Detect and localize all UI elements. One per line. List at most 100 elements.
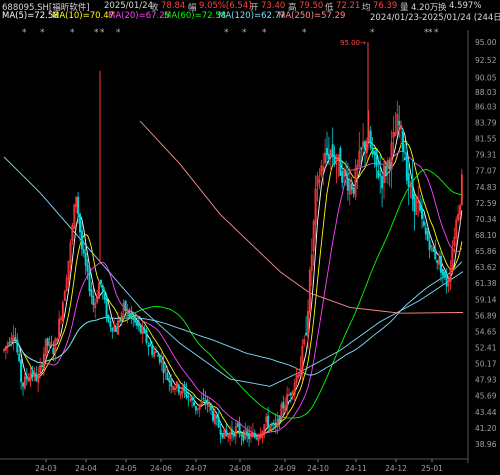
candle-body [420, 207, 423, 219]
ma250-label: MA(250)=57.29 [278, 11, 346, 21]
candle-body [369, 130, 372, 148]
date-axis: 24-03 24-04 24-05 24-06 24-07 24-08 24-09 24-10… [0, 458, 468, 473]
candle-body [289, 392, 292, 396]
price-tick-label: 63.62 [475, 263, 497, 272]
candle-body [124, 300, 127, 312]
candle-body [377, 170, 380, 178]
candle-body [325, 147, 328, 156]
moving-average-layer [3, 120, 464, 437]
candle-body [424, 227, 427, 235]
candle-body [360, 147, 363, 150]
candle-body [187, 395, 190, 398]
candle-body [215, 415, 218, 419]
candle-body [411, 178, 414, 200]
candle-body [130, 313, 133, 317]
candle-body [434, 248, 437, 260]
candle-body [274, 422, 277, 427]
candle-body [210, 404, 213, 411]
candle-body [18, 353, 21, 361]
candle-body [50, 344, 53, 346]
ma60-label: MA(60)=72.58 [164, 11, 227, 21]
kline-chart[interactable]: 95.00 92.52 90.05 88.03 86.03 83.79 81.55 79.31… [0, 0, 500, 475]
date-tick-label: 24-05 [115, 464, 137, 473]
candle-body [134, 316, 137, 323]
candle-body [267, 415, 270, 429]
candle-body [419, 202, 422, 211]
price-tick-label: 50.17 [475, 360, 497, 369]
candle-body [246, 431, 249, 435]
candle-body [398, 120, 401, 126]
candle-body [80, 230, 83, 250]
candle-body [344, 171, 347, 176]
candle-body [212, 410, 215, 421]
candle-body [405, 154, 408, 181]
ma-legend: MA(5)=72.58 MA(10)=70.47 MA(20)=67.25 MA… [0, 11, 500, 23]
date-tick-label: 24-06 [150, 464, 172, 473]
date-label: 2025/01/24 [104, 1, 153, 11]
price-tick-label: 61.38 [475, 279, 497, 288]
price-tick-label: 59.14 [475, 295, 497, 304]
candle-body [151, 346, 154, 355]
price-tick-label: 54.65 [475, 327, 497, 336]
candle-body [238, 424, 241, 435]
price-tick-label: 81.55 [475, 135, 497, 144]
turnover-value: 4.597% [449, 1, 482, 11]
close-value: 78.84 [161, 1, 186, 11]
candle-body [221, 432, 224, 438]
candle-body [373, 151, 376, 156]
open-value: 73.40 [261, 1, 286, 11]
candle-body [166, 372, 169, 381]
candle-body [183, 384, 186, 391]
price-tick-label: 92.52 [475, 56, 497, 65]
candle-body [379, 173, 382, 176]
candle-body [92, 295, 95, 306]
candle-body [155, 351, 158, 353]
candle-body [111, 327, 114, 332]
candle-body [272, 422, 275, 425]
price-tick-label: 95.00 [475, 38, 497, 47]
candle-body [185, 390, 188, 398]
candle-body [158, 354, 161, 363]
event-markers-row [0, 23, 500, 35]
period-high-label: 95.00→ [340, 39, 366, 47]
candle-body [147, 345, 150, 347]
price-tick-label: 65.86 [475, 247, 497, 256]
candle-body [40, 364, 43, 367]
candle-body [388, 162, 391, 170]
candle-body [52, 347, 55, 355]
price-tick-label: 41.20 [475, 424, 497, 433]
candle-body [204, 400, 207, 403]
candle-body [139, 324, 142, 334]
candle-body [143, 329, 146, 334]
candle-body [191, 397, 194, 401]
candle-body [14, 337, 17, 340]
candle-body [407, 173, 410, 187]
low-value: 72.21 [336, 1, 361, 11]
candle-body [248, 433, 251, 440]
candle-body [103, 293, 106, 300]
candle-body [282, 402, 285, 409]
candle-body [270, 423, 273, 426]
price-tick-label: 79.31 [475, 151, 497, 160]
candle-body [20, 360, 23, 383]
date-tick-label: 24-07 [185, 464, 207, 473]
candle-body [217, 416, 220, 428]
candle-body [363, 141, 366, 150]
candle-body [375, 150, 378, 167]
date-range-label: 2024/01/23-2025/01/24 (244日) [370, 13, 500, 23]
candle-body [381, 176, 384, 189]
candle-body [242, 432, 245, 441]
candle-body [16, 339, 19, 353]
date-tick-label: 24-12 [385, 464, 407, 473]
candle-body [145, 330, 148, 343]
date-tick-label: 25-01 [421, 464, 443, 473]
candle-body [137, 322, 140, 327]
candle-body [118, 320, 121, 322]
candle-body [77, 197, 80, 215]
date-tick-label: 24-03 [35, 464, 57, 473]
candle-body [350, 184, 353, 190]
price-tick-label: 90.05 [475, 74, 497, 83]
price-tick-label: 77.07 [475, 167, 497, 176]
candle-body [168, 378, 171, 383]
price-tick-label: 52.41 [475, 344, 497, 353]
